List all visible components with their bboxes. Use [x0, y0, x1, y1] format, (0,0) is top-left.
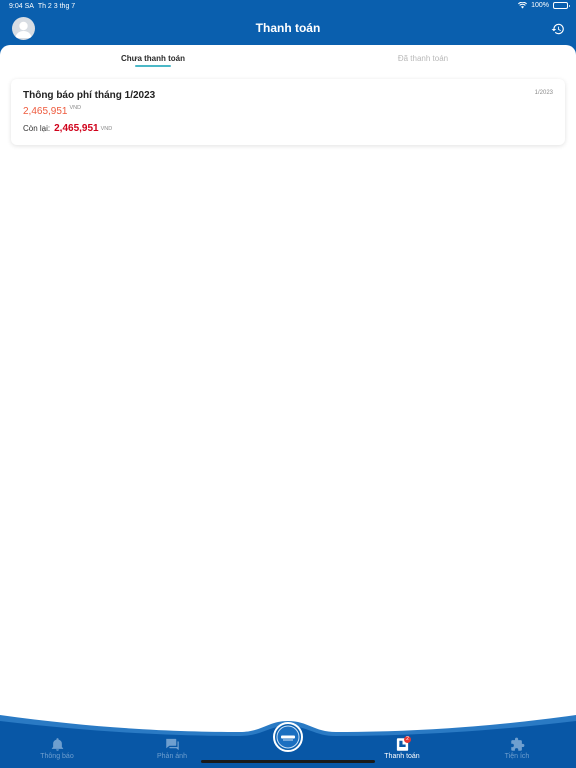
tab-paid[interactable]: Đã thanh toán: [353, 54, 493, 63]
wifi-icon: [518, 2, 528, 9]
status-bar: 9:04 SA Th 2 3 thg 7 100%: [0, 0, 576, 14]
page-title: Thanh toán: [255, 21, 321, 35]
status-time-value: 9:04 SA: [9, 3, 34, 10]
bill-remaining: Còn lại: 2,465,951 VND: [23, 123, 112, 134]
status-time: 9:04 SA Th 2 3 thg 7: [9, 3, 75, 10]
remaining-currency: VND: [100, 126, 113, 132]
home-logo-button[interactable]: [273, 722, 303, 752]
bill-amount-currency: VND: [69, 105, 82, 111]
history-icon[interactable]: [551, 22, 565, 36]
home-indicator[interactable]: [201, 760, 375, 763]
home-logo-icon: [276, 725, 300, 749]
battery-icon: [553, 2, 570, 9]
tabbar-label-notifications: Thông báo: [40, 753, 74, 760]
chat-icon: [165, 738, 179, 751]
status-right: 100%: [518, 2, 570, 9]
main-content: Chưa thanh toán Đã thanh toán Thông báo …: [0, 45, 576, 735]
tabbar-label-feedback: Phản ánh: [157, 753, 187, 760]
tabbar-item-utilities[interactable]: Tiện ích: [477, 737, 557, 760]
bell-icon: [51, 738, 63, 751]
bill-card[interactable]: Thông báo phí tháng 1/2023 1/2023 2,465,…: [11, 79, 565, 145]
battery-percent: 100%: [531, 2, 549, 9]
bill-amount-value: 2,465,951: [23, 106, 68, 117]
bill-period: 1/2023: [534, 90, 553, 96]
bill-amount: 2,465,951 VND: [23, 105, 82, 117]
bill-title: Thông báo phí tháng 1/2023: [23, 90, 156, 101]
payment-badge: 2: [404, 736, 411, 743]
tabbar-item-feedback[interactable]: Phản ánh: [132, 737, 212, 760]
tabbar-label-payment: Thanh toán: [384, 753, 420, 760]
remaining-value: 2,465,951: [54, 123, 99, 134]
puzzle-icon: [510, 737, 524, 751]
tab-unpaid[interactable]: Chưa thanh toán: [83, 54, 223, 63]
status-date: Th 2 3 thg 7: [37, 3, 76, 10]
remaining-label: Còn lại:: [23, 124, 51, 133]
tabbar-item-notifications[interactable]: Thông báo: [17, 737, 97, 760]
payment-tabs: Chưa thanh toán Đã thanh toán: [0, 45, 576, 71]
tabbar-label-utilities: Tiện ích: [504, 753, 530, 760]
tabbar-item-payment[interactable]: 2 Thanh toán: [362, 736, 442, 760]
active-tab-indicator: [135, 65, 171, 67]
